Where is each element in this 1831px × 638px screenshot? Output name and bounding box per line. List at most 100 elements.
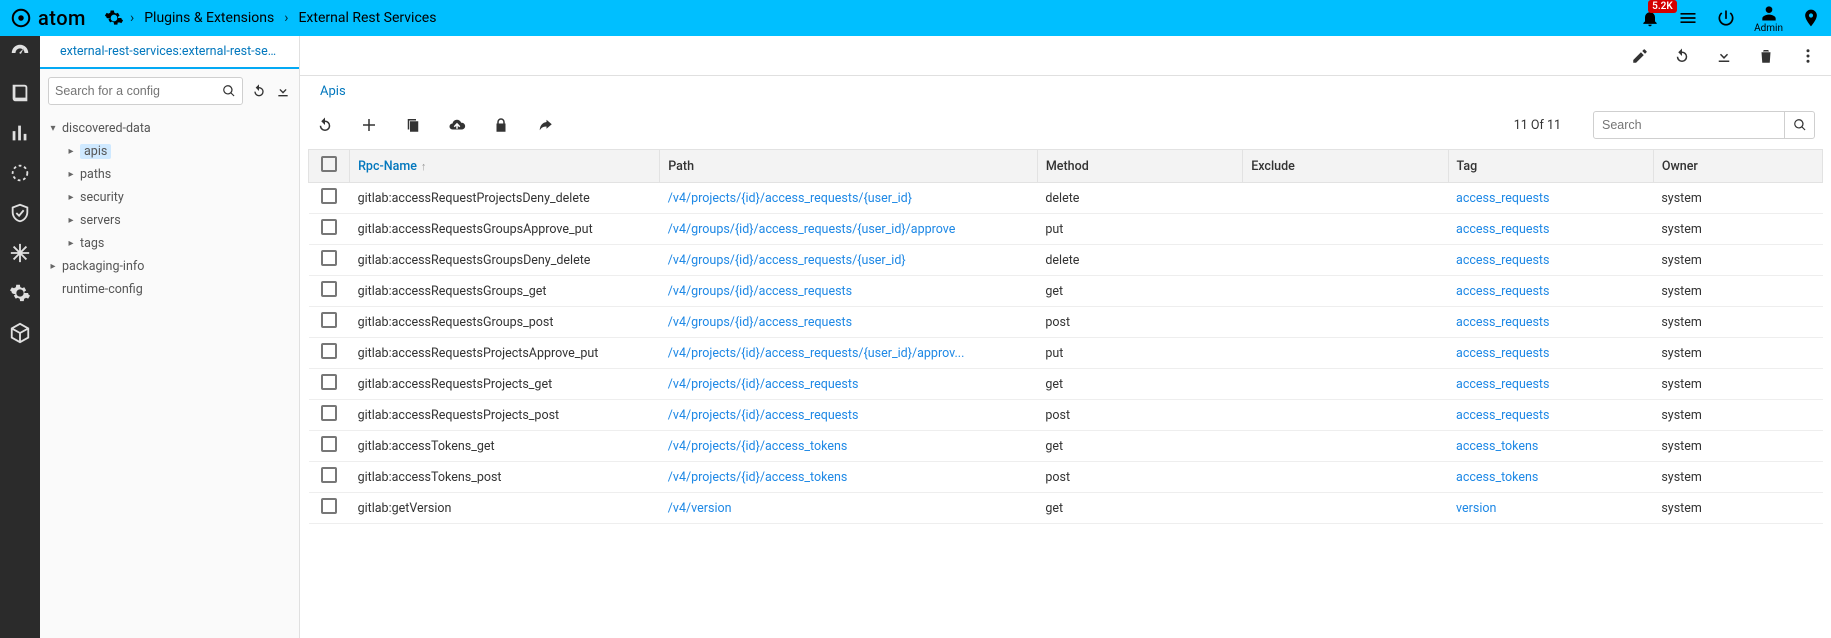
- tree-node-runtime-config[interactable]: ▸runtime-config: [46, 278, 293, 301]
- cell-path[interactable]: /v4/groups/{id}/access_requests/{user_id…: [660, 214, 1038, 245]
- bar-chart-icon[interactable]: [9, 122, 31, 144]
- row-checkbox[interactable]: [309, 400, 350, 431]
- grid-search-input[interactable]: [1594, 118, 1784, 132]
- breadcrumb-external-rest[interactable]: External Rest Services: [298, 10, 436, 26]
- table-row[interactable]: gitlab:accessRequestsProjectsApprove_put…: [309, 338, 1823, 369]
- select-all-header[interactable]: [309, 150, 350, 183]
- cell-tag[interactable]: version: [1448, 493, 1653, 524]
- download-icon[interactable]: [1715, 47, 1733, 65]
- tree-node-discovered-data[interactable]: ▾discovered-data: [46, 117, 293, 140]
- cell-tag[interactable]: access_requests: [1448, 307, 1653, 338]
- edit-icon[interactable]: [1631, 47, 1649, 65]
- row-checkbox[interactable]: [309, 338, 350, 369]
- checkbox-icon[interactable]: [321, 281, 337, 297]
- checkbox-icon[interactable]: [321, 156, 337, 172]
- col-tag[interactable]: Tag: [1448, 150, 1653, 183]
- more-vert-icon[interactable]: [1799, 47, 1817, 65]
- checkbox-icon[interactable]: [321, 219, 337, 235]
- tree-node-apis[interactable]: ▸apis: [64, 140, 293, 163]
- notifications-button[interactable]: 5.2K: [1640, 8, 1660, 28]
- dashboard-icon[interactable]: [9, 42, 31, 64]
- add-icon[interactable]: [360, 116, 378, 134]
- app-logo[interactable]: atom: [10, 6, 86, 30]
- checkbox-icon[interactable]: [321, 250, 337, 266]
- table-row[interactable]: gitlab:accessTokens_post/v4/projects/{id…: [309, 462, 1823, 493]
- row-checkbox[interactable]: [309, 307, 350, 338]
- row-checkbox[interactable]: [309, 276, 350, 307]
- grid-search[interactable]: [1593, 111, 1815, 139]
- row-checkbox[interactable]: [309, 431, 350, 462]
- cell-tag[interactable]: access_tokens: [1448, 462, 1653, 493]
- config-search[interactable]: [48, 77, 243, 105]
- config-search-input[interactable]: [55, 84, 222, 98]
- cell-tag[interactable]: access_requests: [1448, 338, 1653, 369]
- refresh-icon[interactable]: [251, 83, 267, 99]
- cell-tag[interactable]: access_requests: [1448, 183, 1653, 214]
- menu-button[interactable]: [1678, 8, 1698, 28]
- shield-icon[interactable]: [9, 202, 31, 224]
- row-checkbox[interactable]: [309, 462, 350, 493]
- table-row[interactable]: gitlab:getVersion/v4/versiongetversionsy…: [309, 493, 1823, 524]
- col-path[interactable]: Path: [660, 150, 1038, 183]
- table-row[interactable]: gitlab:accessRequestsGroups_get/v4/group…: [309, 276, 1823, 307]
- refresh-icon[interactable]: [1673, 47, 1691, 65]
- checkbox-icon[interactable]: [321, 343, 337, 359]
- cube-icon[interactable]: [9, 322, 31, 344]
- tree-node-packaging-info[interactable]: ▸packaging-info: [46, 255, 293, 278]
- col-exclude[interactable]: Exclude: [1243, 150, 1448, 183]
- cell-path[interactable]: /v4/projects/{id}/access_requests/{user_…: [660, 338, 1038, 369]
- cell-tag[interactable]: access_requests: [1448, 400, 1653, 431]
- cell-path[interactable]: /v4/projects/{id}/access_requests/{user_…: [660, 183, 1038, 214]
- copy-icon[interactable]: [404, 116, 422, 134]
- tree-node-servers[interactable]: ▸servers: [64, 209, 293, 232]
- share-icon[interactable]: [536, 116, 554, 134]
- checkbox-icon[interactable]: [321, 498, 337, 514]
- cell-path[interactable]: /v4/projects/{id}/access_requests: [660, 400, 1038, 431]
- cloud-upload-icon[interactable]: [448, 116, 466, 134]
- snowflake-icon[interactable]: [9, 242, 31, 264]
- cell-tag[interactable]: access_requests: [1448, 214, 1653, 245]
- refresh-icon[interactable]: [316, 116, 334, 134]
- checkbox-icon[interactable]: [321, 405, 337, 421]
- cell-path[interactable]: /v4/projects/{id}/access_tokens: [660, 431, 1038, 462]
- row-checkbox[interactable]: [309, 369, 350, 400]
- book-icon[interactable]: [9, 82, 31, 104]
- table-row[interactable]: gitlab:accessRequestsGroups_post/v4/grou…: [309, 307, 1823, 338]
- checkbox-icon[interactable]: [321, 312, 337, 328]
- cell-tag[interactable]: access_requests: [1448, 276, 1653, 307]
- checkbox-icon[interactable]: [321, 374, 337, 390]
- checkbox-icon[interactable]: [321, 467, 337, 483]
- col-method[interactable]: Method: [1037, 150, 1242, 183]
- cell-path[interactable]: /v4/groups/{id}/access_requests/{user_id…: [660, 245, 1038, 276]
- tree-node-paths[interactable]: ▸paths: [64, 163, 293, 186]
- row-checkbox[interactable]: [309, 493, 350, 524]
- cell-tag[interactable]: access_requests: [1448, 245, 1653, 276]
- cell-tag[interactable]: access_tokens: [1448, 431, 1653, 462]
- breadcrumb-plugins[interactable]: Plugins & Extensions: [144, 10, 274, 26]
- circle-dots-icon[interactable]: [9, 162, 31, 184]
- tree-node-security[interactable]: ▸security: [64, 186, 293, 209]
- row-checkbox[interactable]: [309, 183, 350, 214]
- table-row[interactable]: gitlab:accessRequestsProjects_get/v4/pro…: [309, 369, 1823, 400]
- cell-path[interactable]: /v4/version: [660, 493, 1038, 524]
- checkbox-icon[interactable]: [321, 436, 337, 452]
- row-checkbox[interactable]: [309, 214, 350, 245]
- col-rpc-name[interactable]: Rpc-Name↑: [350, 150, 660, 183]
- cell-path[interactable]: /v4/groups/{id}/access_requests: [660, 276, 1038, 307]
- cell-path[interactable]: /v4/groups/{id}/access_requests: [660, 307, 1038, 338]
- table-row[interactable]: gitlab:accessRequestsGroupsApprove_put/v…: [309, 214, 1823, 245]
- lock-icon[interactable]: [492, 116, 510, 134]
- grid-search-button[interactable]: [1784, 111, 1814, 139]
- table-row[interactable]: gitlab:accessRequestProjectsDeny_delete/…: [309, 183, 1823, 214]
- cell-tag[interactable]: access_requests: [1448, 369, 1653, 400]
- gear-icon[interactable]: [104, 8, 124, 28]
- checkbox-icon[interactable]: [321, 188, 337, 204]
- row-checkbox[interactable]: [309, 245, 350, 276]
- delete-icon[interactable]: [1757, 47, 1775, 65]
- gear-icon[interactable]: [9, 282, 31, 304]
- power-button[interactable]: [1716, 8, 1736, 28]
- tree-node-tags[interactable]: ▸tags: [64, 232, 293, 255]
- table-row[interactable]: gitlab:accessRequestsProjects_post/v4/pr…: [309, 400, 1823, 431]
- location-button[interactable]: [1801, 8, 1821, 28]
- user-menu[interactable]: Admin: [1754, 3, 1783, 34]
